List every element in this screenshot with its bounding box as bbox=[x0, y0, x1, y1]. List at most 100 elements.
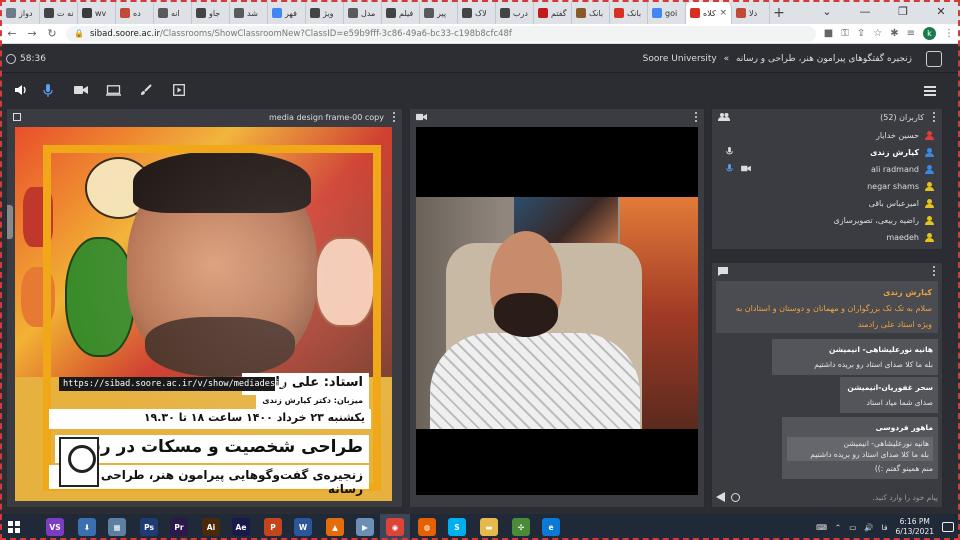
user-row[interactable]: کیارش زندی bbox=[718, 144, 936, 161]
breadcrumb-root[interactable]: Soore University bbox=[643, 54, 717, 64]
breadcrumb-separator: » bbox=[723, 54, 730, 64]
browser-menu-icon[interactable]: ⋮ bbox=[944, 28, 954, 39]
presentation-options-icon[interactable] bbox=[393, 112, 396, 122]
windows-start-icon[interactable] bbox=[8, 521, 20, 533]
taskbar-app-icon[interactable]: ▲ bbox=[326, 518, 344, 536]
browser-tab[interactable]: دلا bbox=[732, 2, 770, 24]
browser-tab[interactable]: فهر bbox=[268, 2, 306, 24]
browser-tab[interactable]: لاک bbox=[458, 2, 496, 24]
browser-tab-active[interactable]: کلاه × bbox=[686, 2, 732, 24]
show-hidden-icons[interactable]: ⌃ bbox=[835, 523, 841, 532]
browser-tab[interactable]: ویژ bbox=[306, 2, 344, 24]
emoji-icon[interactable] bbox=[731, 492, 740, 502]
browser-tab[interactable]: دواز bbox=[2, 2, 40, 24]
language-indicator[interactable]: فا bbox=[882, 523, 888, 532]
taskbar-app-icon[interactable]: Ae bbox=[232, 518, 250, 536]
notification-icon[interactable] bbox=[942, 522, 954, 532]
taskbar-app-icon[interactable]: ⬇ bbox=[78, 518, 96, 536]
browser-tab[interactable]: درب bbox=[496, 2, 534, 24]
browser-tab[interactable]: بانک bbox=[572, 2, 610, 24]
chat-options-icon[interactable] bbox=[933, 266, 936, 276]
extensions-icon[interactable]: ✱ bbox=[890, 28, 898, 39]
browser-tab[interactable]: فیلم bbox=[382, 2, 420, 24]
user-row[interactable]: ali radmand bbox=[718, 161, 936, 178]
taskbar-app-icon[interactable]: W bbox=[294, 518, 312, 536]
tab-label: goi bbox=[665, 8, 678, 18]
browser-tab[interactable]: ده bbox=[116, 2, 154, 24]
new-tab-button[interactable]: + bbox=[770, 2, 788, 24]
browser-tab[interactable]: جاو bbox=[192, 2, 230, 24]
back-icon[interactable]: ← bbox=[6, 27, 18, 40]
taskbar-app-icon[interactable]: ◍ bbox=[418, 518, 436, 536]
microphone-icon[interactable] bbox=[40, 82, 56, 98]
forward-icon[interactable]: → bbox=[26, 27, 38, 40]
reload-icon[interactable]: ↻ bbox=[46, 27, 58, 40]
taskbar-app-icon[interactable]: e bbox=[542, 518, 560, 536]
send-icon[interactable] bbox=[716, 492, 725, 502]
user-name: maedeh bbox=[886, 233, 919, 242]
main-menu-icon[interactable] bbox=[924, 86, 936, 96]
slide-url: https://sibad.soore.ac.ir/v/show/mediade… bbox=[59, 377, 291, 391]
taskbar-app-icon[interactable]: ✣ bbox=[512, 518, 530, 536]
taskbar-app-icon[interactable]: ▦ bbox=[108, 518, 126, 536]
timer-value: 58:36 bbox=[20, 53, 46, 64]
volume-icon[interactable]: 🔊 bbox=[864, 523, 873, 532]
chat-message-self: کیارش زندی سلام به تک تک بزرگواران و مهم… bbox=[716, 281, 938, 333]
chat-header bbox=[712, 263, 942, 279]
chat-panel: کیارش زندی سلام به تک تک بزرگواران و مهم… bbox=[711, 262, 943, 508]
minimize-button[interactable]: — bbox=[846, 0, 884, 22]
taskbar-app-icon[interactable]: P bbox=[264, 518, 282, 536]
browser-tab[interactable]: گفتم bbox=[534, 2, 572, 24]
close-window-button[interactable]: ✕ bbox=[922, 0, 960, 22]
chat-input-bar: پیام خود را وارد کنید. bbox=[716, 490, 938, 504]
key-icon[interactable]: ⚿ bbox=[841, 28, 849, 39]
video-options-icon[interactable] bbox=[695, 112, 698, 122]
reading-list-icon[interactable]: ≡ bbox=[907, 28, 915, 39]
taskbar-app-icon[interactable]: S bbox=[448, 518, 466, 536]
network-icon[interactable]: ▭ bbox=[849, 523, 856, 532]
url-input[interactable]: 🔒 sibad.soore.ac.ir/Classrooms/ShowClass… bbox=[66, 25, 816, 42]
screen-share-icon[interactable] bbox=[105, 82, 121, 98]
keyboard-icon[interactable]: ⌨ bbox=[816, 523, 827, 532]
taskbar-app-icon[interactable]: Ai bbox=[202, 518, 220, 536]
browser-tab[interactable]: انه bbox=[154, 2, 192, 24]
maximize-button[interactable]: ❐ bbox=[884, 0, 922, 22]
user-row[interactable]: حسین خدایار bbox=[718, 127, 936, 144]
share-icon[interactable]: ⇪ bbox=[857, 28, 865, 39]
browser-tab[interactable]: wv bbox=[78, 2, 116, 24]
taskbar-app-icon[interactable]: Pr bbox=[170, 518, 188, 536]
camera-icon[interactable] bbox=[73, 82, 89, 98]
user-row[interactable]: maedeh bbox=[718, 229, 936, 246]
browser-tab[interactable]: goi bbox=[648, 2, 686, 24]
profile-avatar[interactable]: k bbox=[923, 27, 936, 40]
speaker-icon[interactable] bbox=[12, 82, 28, 98]
chat-input[interactable]: پیام خود را وارد کنید. bbox=[873, 493, 938, 502]
bookmark-star-icon[interactable]: ☆ bbox=[873, 28, 882, 39]
camera-permission-icon[interactable]: ■ bbox=[824, 28, 833, 39]
taskbar-app-icon[interactable]: VS bbox=[46, 518, 64, 536]
tab-favicon-icon bbox=[120, 8, 130, 18]
taskbar-clock[interactable]: 6:16 PM 6/13/2021 bbox=[896, 517, 934, 537]
user-row[interactable]: negar shams bbox=[718, 178, 936, 195]
user-row[interactable]: راضیه ربیعی، تصویرسازی bbox=[718, 212, 936, 229]
taskbar-app-icon[interactable]: ▶ bbox=[356, 518, 374, 536]
browser-tab[interactable]: بانک bbox=[610, 2, 648, 24]
browser-tab[interactable]: شد bbox=[230, 2, 268, 24]
browser-tab[interactable]: پیر bbox=[420, 2, 458, 24]
tab-favicon-icon bbox=[6, 8, 16, 18]
media-player-icon[interactable] bbox=[171, 82, 187, 98]
tab-search-icon[interactable]: ⌄ bbox=[808, 0, 846, 22]
side-drawer-handle[interactable] bbox=[7, 205, 13, 239]
whiteboard-brush-icon[interactable] bbox=[138, 82, 154, 98]
user-row[interactable]: امیرعباس باقی bbox=[718, 195, 936, 212]
clock-date: 6/13/2021 bbox=[895, 527, 934, 536]
tab-favicon-icon bbox=[310, 8, 320, 18]
users-options-icon[interactable] bbox=[933, 112, 936, 122]
taskbar-app-icon[interactable]: Ps bbox=[140, 518, 158, 536]
browser-tab[interactable]: مدل bbox=[344, 2, 382, 24]
taskbar-app-icon[interactable]: ◉ bbox=[386, 518, 404, 536]
users-header: کاربران (52) bbox=[712, 109, 942, 125]
close-tab-icon[interactable]: × bbox=[719, 8, 727, 18]
browser-tab[interactable]: نه ت bbox=[40, 2, 78, 24]
taskbar-app-icon[interactable]: ▬ bbox=[480, 518, 498, 536]
